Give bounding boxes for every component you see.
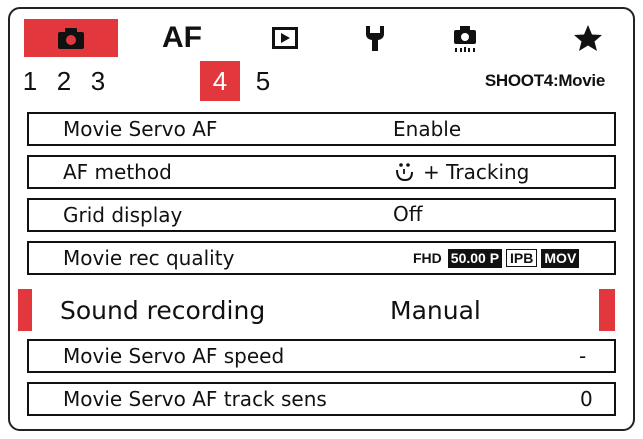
menu-item-value: - <box>579 344 587 368</box>
fps-badge: 50.00 P <box>447 248 503 268</box>
menu-item-label: Grid display <box>63 203 183 227</box>
face-icon <box>396 163 413 182</box>
tab-shooting[interactable] <box>24 19 118 57</box>
menu-item-label: Movie Servo AF <box>63 117 218 141</box>
menu-item-value: + Tracking <box>423 160 530 184</box>
page-title: SHOOT4:Movie <box>484 71 605 90</box>
menu-item-label: Movie rec quality <box>63 246 235 270</box>
menu-item-value: Manual <box>390 295 481 325</box>
page-3[interactable]: 3 <box>84 61 112 101</box>
menu-item-label: AF method <box>63 160 172 184</box>
menu-item-value: Enable <box>393 117 462 141</box>
menu-item-value: 0 <box>580 387 593 411</box>
menu-item-movie-rec-quality[interactable]: Movie rec quality FHD 50.00 P IPB MOV <box>27 241 616 275</box>
menu-item-label: Movie Servo AF track sens <box>63 387 327 411</box>
page-2[interactable]: 2 <box>50 61 78 101</box>
menu-item-movie-servo-af-track-sens[interactable]: Movie Servo AF track sens 0 <box>27 382 616 416</box>
star-icon <box>574 25 602 51</box>
tab-af[interactable]: AF <box>142 19 222 57</box>
menu-item-label: Sound recording <box>60 295 266 325</box>
custom-camera-icon <box>454 26 476 52</box>
compression-badge: IPB <box>506 249 538 267</box>
camera-icon <box>58 28 84 49</box>
menu-item-grid-display[interactable]: Grid display Off <box>27 198 616 232</box>
page-5[interactable]: 5 <box>246 61 280 101</box>
page-1[interactable]: 1 <box>16 61 44 101</box>
menu-item-movie-servo-af[interactable]: Movie Servo AF Enable <box>27 112 616 146</box>
tab-af-label: AF <box>162 21 202 54</box>
tab-mymenu[interactable] <box>558 19 618 57</box>
menu-item-sound-recording[interactable]: Sound recording Manual <box>18 289 615 331</box>
play-icon <box>272 27 298 49</box>
tab-setup[interactable] <box>345 19 405 57</box>
menu-tab-bar: AF <box>10 9 633 61</box>
menu-screen: AF 1 2 3 4 5 SHOOT4:Movie Movie Servo AF… <box>8 7 635 431</box>
tab-playback[interactable] <box>255 19 315 57</box>
menu-item-movie-servo-af-speed[interactable]: Movie Servo AF speed - <box>27 339 616 373</box>
menu-item-af-method[interactable]: AF method + Tracking <box>27 155 616 189</box>
menu-item-value: Off <box>393 202 423 226</box>
tab-custom[interactable] <box>435 19 495 57</box>
page-selector: 1 2 3 4 5 SHOOT4:Movie <box>10 61 633 103</box>
menu-item-value-wrap: + Tracking <box>393 160 529 184</box>
format-badge: MOV <box>541 248 580 268</box>
rec-quality-badges: FHD 50.00 P IPB MOV <box>413 248 583 268</box>
menu-item-label: Movie Servo AF speed <box>63 344 285 368</box>
wrench-icon <box>366 26 384 51</box>
size-badge: FHD <box>413 250 442 266</box>
page-4[interactable]: 4 <box>200 61 240 101</box>
